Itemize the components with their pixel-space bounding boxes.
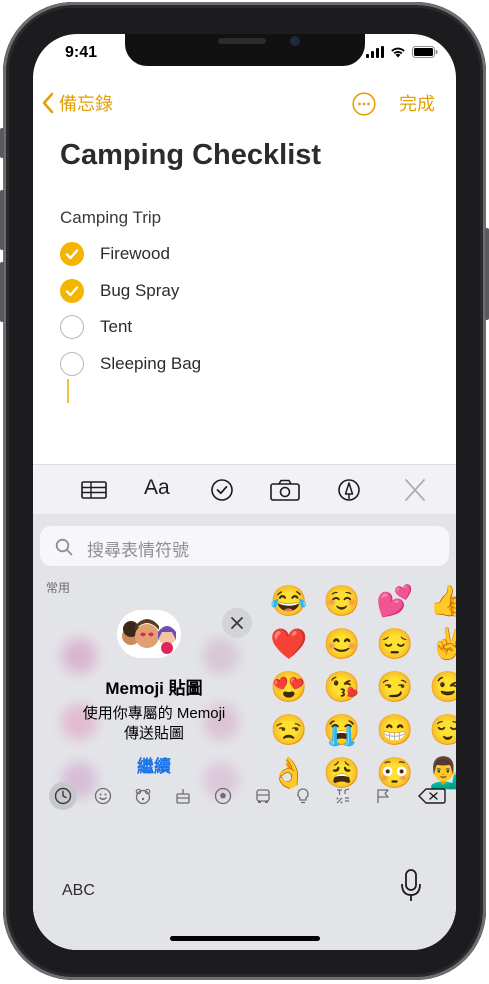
emoji-key[interactable]: 😔 (376, 627, 413, 663)
checklist-item-label: Sleeping Bag (100, 354, 202, 373)
emoji-key[interactable]: 😊 (323, 627, 360, 663)
emoji-key[interactable]: 😏 (376, 670, 413, 706)
notch (125, 34, 365, 66)
emoji-key[interactable]: 😂 (270, 584, 307, 620)
checkbox-checked[interactable] (60, 279, 84, 303)
checklist-icon[interactable] (208, 478, 236, 502)
status-time: 9:41 (65, 44, 98, 61)
memoji-card-title: Memoji 貼圖 (105, 679, 203, 698)
memoji-blur-bg (203, 638, 239, 674)
memoji-desc-line: 傳送貼圖 (123, 725, 184, 742)
clock-icon (54, 787, 72, 805)
abc-keyboard-button[interactable]: ABC (62, 882, 95, 900)
memoji-avatar-image (117, 610, 181, 658)
category-animals[interactable] (129, 782, 157, 810)
emoji-key[interactable]: 😁 (376, 713, 413, 749)
category-flags[interactable] (369, 782, 397, 810)
battery-icon (412, 46, 438, 58)
emoji-key[interactable]: 😒 (270, 713, 307, 749)
text-cursor (67, 379, 69, 403)
memoji-desc-line: 使用你專屬的 Memoji (82, 705, 226, 722)
lightbulb-icon (297, 788, 309, 804)
category-food[interactable] (169, 782, 197, 810)
microphone-icon[interactable] (400, 869, 422, 903)
symbols-icon (336, 788, 350, 804)
back-button[interactable]: 備忘錄 (41, 90, 113, 116)
emoji-key[interactable]: 💕 (376, 584, 413, 620)
checklist-item-label: Bug Spray (100, 281, 180, 300)
checkmark-icon (65, 286, 79, 297)
emoji-key[interactable]: ☺️ (323, 584, 360, 620)
backspace-icon (418, 788, 446, 804)
more-options-icon[interactable] (352, 92, 376, 116)
category-symbols[interactable] (329, 782, 357, 810)
mute-switch (0, 128, 4, 158)
wifi-icon (391, 47, 405, 58)
delete-key[interactable] (417, 782, 447, 810)
bear-icon (135, 788, 151, 805)
emoji-key[interactable]: 😘 (323, 670, 360, 706)
emoji-keyboard: 搜尋表情符號 常用 Memoji 貼圖 使用你專屬的 Memoji 傳送貼圖 繼… (33, 514, 456, 950)
emoji-search-field[interactable]: 搜尋表情符號 (40, 526, 449, 566)
back-label: 備忘錄 (59, 94, 113, 114)
camera-icon[interactable] (269, 478, 301, 502)
smiley-icon (94, 787, 112, 805)
checklist-item-label: Tent (100, 317, 133, 336)
category-objects[interactable] (289, 782, 317, 810)
chevron-left-icon (42, 92, 54, 114)
front-camera (290, 36, 300, 46)
checklist-item[interactable]: Firewood (60, 241, 170, 267)
format-text-button[interactable]: Aa (144, 476, 178, 500)
volume-up-button (0, 190, 4, 250)
flag-icon (377, 789, 389, 803)
memoji-blur-bg (61, 638, 97, 674)
note-toolbar: Aa (33, 464, 456, 515)
home-indicator[interactable] (170, 936, 320, 941)
markup-icon[interactable] (335, 478, 363, 502)
screen: 9:41 備忘錄 完成 Camping Checklist Camping Tr… (33, 34, 456, 950)
search-icon (55, 538, 73, 556)
checkbox-checked[interactable] (60, 242, 84, 266)
checklist-item[interactable]: Tent (60, 314, 132, 340)
section-label: 常用 (46, 581, 71, 595)
emoji-key[interactable]: 😌 (429, 713, 456, 749)
power-button (485, 228, 489, 320)
checklist-item-label: Firewood (100, 244, 170, 263)
soccer-ball-icon (214, 787, 232, 805)
done-button[interactable]: 完成 (399, 90, 435, 116)
food-icon (176, 789, 190, 804)
close-promo-button[interactable] (222, 608, 252, 638)
emoji-key[interactable]: 😭 (323, 713, 360, 749)
continue-button[interactable]: 繼續 (43, 752, 265, 777)
category-recents[interactable] (49, 782, 77, 810)
checklist-item[interactable]: Sleeping Bag (60, 351, 201, 377)
emoji-key[interactable]: ✌️ (429, 627, 456, 663)
emoji-key[interactable]: 😍 (270, 670, 307, 706)
category-activity[interactable] (209, 782, 237, 810)
checkbox-unchecked[interactable] (60, 315, 84, 339)
category-travel[interactable] (249, 782, 277, 810)
checkmark-icon (65, 249, 79, 260)
emoji-category-bar (33, 776, 456, 816)
search-placeholder: 搜尋表情符號 (87, 541, 189, 560)
note-subheading[interactable]: Camping Trip (60, 208, 161, 228)
note-title[interactable]: Camping Checklist (60, 139, 321, 172)
close-toolbar-icon[interactable] (401, 478, 429, 502)
category-smileys[interactable] (89, 782, 117, 810)
car-icon (256, 789, 270, 803)
memoji-card-description: 使用你專屬的 Memoji 傳送貼圖 (43, 704, 265, 744)
close-icon (231, 617, 243, 629)
emoji-key[interactable]: ❤️ (270, 627, 307, 663)
emoji-key[interactable]: 👍 (429, 584, 456, 620)
status-icons (366, 46, 438, 58)
table-icon[interactable] (80, 478, 108, 502)
volume-down-button (0, 262, 4, 322)
cellular-signal-icon (366, 46, 384, 58)
speaker-grille (218, 38, 266, 44)
keyboard-area: Aa 搜尋表情符號 常用 Memoji 貼圖 使用你專屬的 Memoji 傳送貼… (33, 464, 456, 950)
checklist-item[interactable]: Bug Spray (60, 278, 179, 304)
memoji-promo-card: Memoji 貼圖 使用你專屬的 Memoji 傳送貼圖 繼續 (43, 602, 265, 802)
emoji-key[interactable]: 😉 (429, 670, 456, 706)
checkbox-unchecked[interactable] (60, 352, 84, 376)
